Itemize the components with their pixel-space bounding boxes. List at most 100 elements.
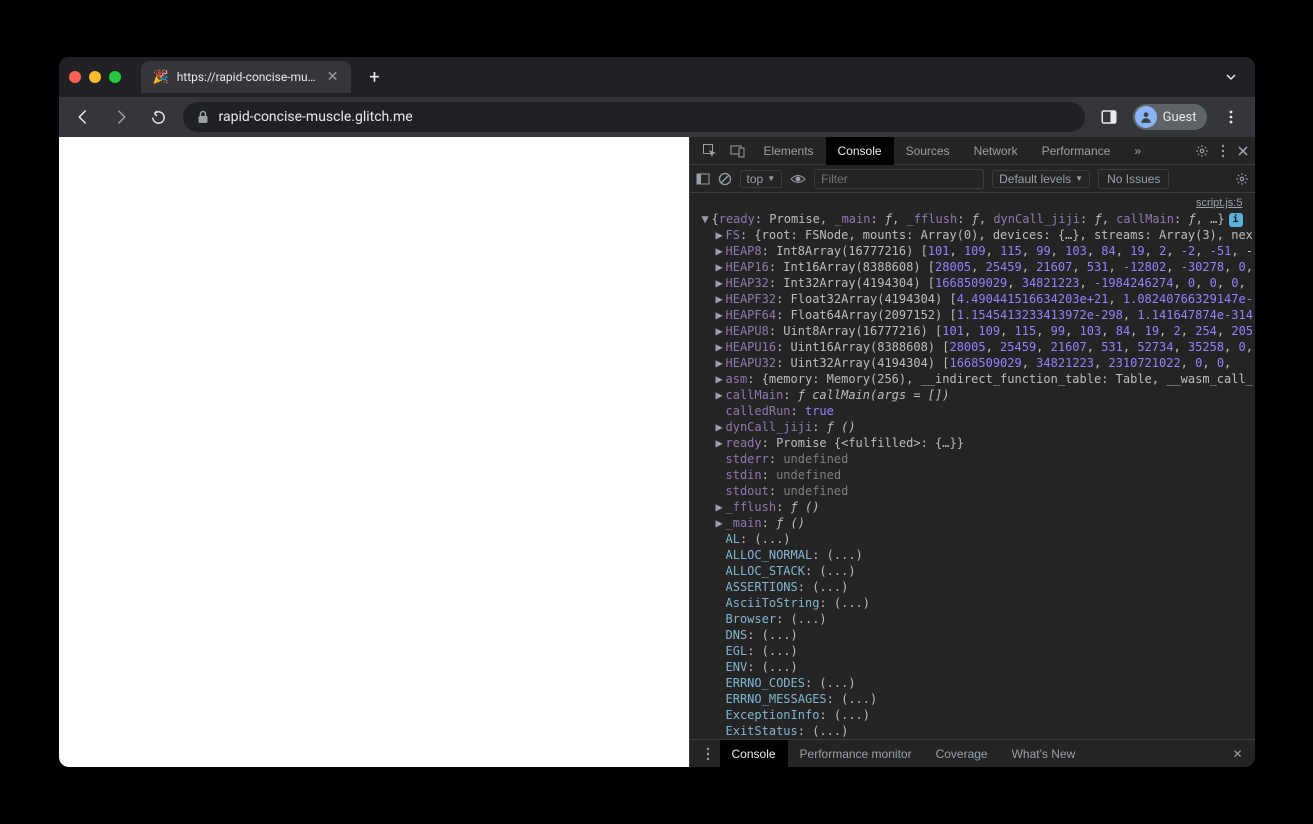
console-property-row[interactable]: ▶HEAPU8: Uint8Array(16777216) [101, 109,…: [694, 323, 1251, 339]
more-tabs-button[interactable]: »: [1122, 137, 1153, 165]
disclosure-triangle-icon[interactable]: ▶: [716, 291, 726, 307]
browser-window: 🎉 https://rapid-concise-muscle.g ✕ + rap…: [59, 57, 1255, 767]
console-property-row[interactable]: ▶HEAPU16: Uint16Array(8388608) [28005, 2…: [694, 339, 1251, 355]
console-property-row[interactable]: ▶HEAPF32: Float32Array(4194304) [4.49044…: [694, 291, 1251, 307]
issues-button[interactable]: No Issues: [1098, 169, 1169, 189]
disclosure-triangle-icon[interactable]: ▶: [716, 419, 726, 435]
console-property-row[interactable]: ExceptionInfo: (...): [694, 707, 1251, 723]
content-area: ElementsConsoleSourcesNetworkPerformance…: [59, 137, 1255, 767]
console-property-row[interactable]: ▶HEAP8: Int8Array(16777216) [101, 109, 1…: [694, 243, 1251, 259]
disclosure-triangle-icon[interactable]: ▶: [716, 323, 726, 339]
devtools-tab-bar: ElementsConsoleSourcesNetworkPerformance…: [690, 137, 1255, 165]
favicon: 🎉: [153, 70, 169, 85]
back-button[interactable]: [69, 103, 97, 131]
drawer-tab-performance-monitor[interactable]: Performance monitor: [788, 740, 924, 768]
page-viewport[interactable]: [59, 137, 689, 767]
console-property-row[interactable]: stdout: undefined: [694, 483, 1251, 499]
device-toolbar-icon[interactable]: [724, 143, 752, 159]
disclosure-triangle-icon[interactable]: ▼: [702, 211, 712, 227]
inspect-element-icon[interactable]: [696, 143, 724, 159]
console-property-row[interactable]: ExitStatus: (...): [694, 723, 1251, 739]
console-property-row[interactable]: AL: (...): [694, 531, 1251, 547]
browser-tab[interactable]: 🎉 https://rapid-concise-muscle.g ✕: [141, 61, 351, 93]
source-link[interactable]: script.js:5: [694, 195, 1251, 211]
disclosure-triangle-icon[interactable]: ▶: [716, 499, 726, 515]
drawer-tab-console[interactable]: Console: [720, 740, 788, 768]
console-property-row[interactable]: ▶_fflush: ƒ (): [694, 499, 1251, 515]
filter-input[interactable]: [814, 169, 984, 189]
console-property-row[interactable]: ENV: (...): [694, 659, 1251, 675]
console-property-row[interactable]: ▶ready: Promise {<fulfilled>: {…}}: [694, 435, 1251, 451]
close-window-button[interactable]: [69, 71, 81, 83]
close-devtools-button[interactable]: [1237, 145, 1249, 157]
console-property-row[interactable]: ▶HEAP32: Int32Array(4194304) [1668509029…: [694, 275, 1251, 291]
panel-button[interactable]: [1095, 103, 1123, 131]
console-property-row[interactable]: ▶_main: ƒ (): [694, 515, 1251, 531]
devtools-drawer: ConsolePerformance monitorCoverageWhat's…: [690, 739, 1255, 767]
console-property-row[interactable]: ERRNO_MESSAGES: (...): [694, 691, 1251, 707]
disclosure-triangle-icon[interactable]: ▶: [716, 387, 726, 403]
tab-strip: 🎉 https://rapid-concise-muscle.g ✕ +: [59, 57, 1255, 97]
close-drawer-button[interactable]: ✕: [1226, 747, 1248, 761]
devtools-tab-sources[interactable]: Sources: [894, 137, 962, 165]
toolbar: rapid-concise-muscle.glitch.me Guest: [59, 97, 1255, 137]
disclosure-triangle-icon[interactable]: ▶: [716, 307, 726, 323]
log-levels-selector[interactable]: Default levels ▼: [992, 170, 1090, 188]
devtools-tab-elements[interactable]: Elements: [752, 137, 826, 165]
live-expression-icon[interactable]: [790, 173, 806, 185]
disclosure-triangle-icon[interactable]: ▶: [716, 243, 726, 259]
forward-button[interactable]: [107, 103, 135, 131]
console-property-row[interactable]: calledRun: true: [694, 403, 1251, 419]
close-tab-button[interactable]: ✕: [327, 69, 339, 85]
console-settings-icon[interactable]: [1235, 172, 1249, 186]
console-property-row[interactable]: ALLOC_NORMAL: (...): [694, 547, 1251, 563]
settings-icon[interactable]: [1195, 144, 1209, 158]
disclosure-triangle-icon[interactable]: ▶: [716, 259, 726, 275]
console-property-row[interactable]: Browser: (...): [694, 611, 1251, 627]
console-property-row[interactable]: ▶FS: {root: FSNode, mounts: Array(0), de…: [694, 227, 1251, 243]
console-property-row[interactable]: ▶asm: {memory: Memory(256), __indirect_f…: [694, 371, 1251, 387]
console-toolbar: top ▼ Default levels ▼ No Issues: [690, 165, 1255, 193]
devtools-tab-console[interactable]: Console: [826, 137, 894, 165]
minimize-window-button[interactable]: [89, 71, 101, 83]
console-property-row[interactable]: stderr: undefined: [694, 451, 1251, 467]
disclosure-triangle-icon[interactable]: ▶: [716, 227, 726, 243]
console-property-row[interactable]: ▶HEAPF64: Float64Array(2097152) [1.15454…: [694, 307, 1251, 323]
maximize-window-button[interactable]: [109, 71, 121, 83]
devtools-tab-network[interactable]: Network: [962, 137, 1030, 165]
disclosure-triangle-icon[interactable]: ▶: [716, 339, 726, 355]
tab-search-button[interactable]: [1225, 71, 1237, 83]
toggle-sidebar-icon[interactable]: [696, 172, 710, 186]
console-property-row[interactable]: stdin: undefined: [694, 467, 1251, 483]
console-property-row[interactable]: ▶HEAPU32: Uint32Array(4194304) [16685090…: [694, 355, 1251, 371]
drawer-tab-coverage[interactable]: Coverage: [924, 740, 1000, 768]
disclosure-triangle-icon[interactable]: ▶: [716, 515, 726, 531]
new-tab-button[interactable]: +: [363, 65, 387, 89]
clear-console-icon[interactable]: [718, 172, 732, 186]
console-property-row[interactable]: ▶HEAP16: Int16Array(8388608) [28005, 254…: [694, 259, 1251, 275]
console-property-row[interactable]: EGL: (...): [694, 643, 1251, 659]
menu-button[interactable]: [1217, 103, 1245, 131]
devtools-menu-icon[interactable]: [1217, 144, 1229, 158]
disclosure-triangle-icon[interactable]: ▶: [716, 371, 726, 387]
console-property-row[interactable]: ALLOC_STACK: (...): [694, 563, 1251, 579]
devtools-tab-performance[interactable]: Performance: [1030, 137, 1123, 165]
object-header-row[interactable]: ▼{ready: Promise, _main: ƒ, _fflush: ƒ, …: [694, 211, 1251, 227]
reload-button[interactable]: [145, 103, 173, 131]
console-property-row[interactable]: ▶callMain: ƒ callMain(args = []): [694, 387, 1251, 403]
disclosure-triangle-icon[interactable]: ▶: [716, 435, 726, 451]
address-bar[interactable]: rapid-concise-muscle.glitch.me: [183, 102, 1085, 132]
drawer-menu-icon[interactable]: [696, 747, 720, 761]
profile-button[interactable]: Guest: [1133, 104, 1207, 130]
disclosure-triangle-icon[interactable]: ▶: [716, 275, 726, 291]
console-property-row[interactable]: AsciiToString: (...): [694, 595, 1251, 611]
console-property-row[interactable]: ERRNO_CODES: (...): [694, 675, 1251, 691]
info-badge-icon: i: [1229, 213, 1243, 227]
disclosure-triangle-icon[interactable]: ▶: [716, 355, 726, 371]
context-selector[interactable]: top ▼: [740, 170, 783, 188]
console-scroll[interactable]: script.js:5 ▼{ready: Promise, _main: ƒ, …: [690, 193, 1255, 739]
console-property-row[interactable]: DNS: (...): [694, 627, 1251, 643]
drawer-tab-what's-new[interactable]: What's New: [1000, 740, 1088, 768]
console-property-row[interactable]: ▶dynCall_jiji: ƒ (): [694, 419, 1251, 435]
console-property-row[interactable]: ASSERTIONS: (...): [694, 579, 1251, 595]
